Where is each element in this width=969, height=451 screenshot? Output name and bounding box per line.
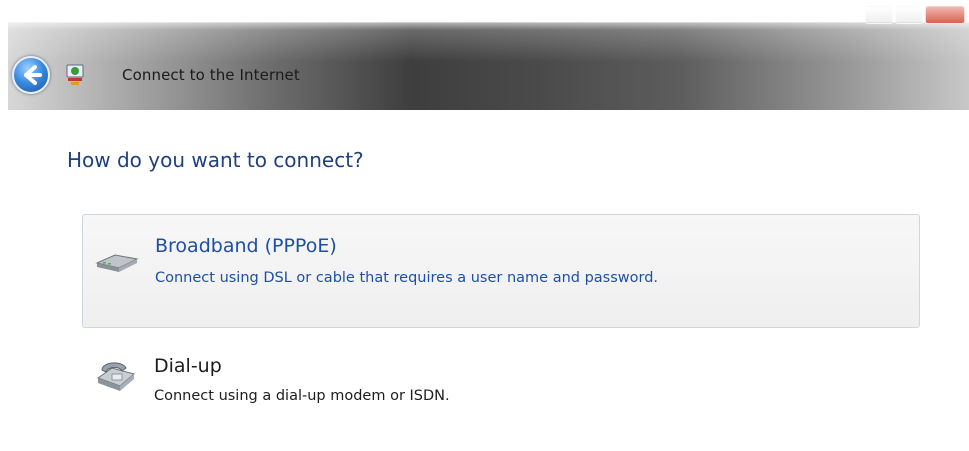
option-description: Connect using a dial-up modem or ISDN. — [154, 388, 450, 404]
option-title: Dial-up — [154, 355, 222, 377]
network-globe-icon — [64, 63, 86, 87]
maximize-button[interactable] — [895, 6, 923, 24]
option-dial-up[interactable]: Dial-up Connect using a dial-up modem or… — [82, 340, 920, 430]
back-arrow-icon — [24, 65, 42, 85]
broadband-modem-icon — [93, 249, 141, 277]
connect-wizard-window: Connect to the Internet How do you want … — [0, 0, 969, 451]
option-title: Broadband (PPPoE) — [155, 235, 337, 257]
dialup-phone-icon — [92, 354, 138, 398]
minimize-button[interactable] — [865, 6, 893, 24]
back-button[interactable] — [12, 56, 50, 94]
window-title: Connect to the Internet — [122, 66, 300, 84]
window-top-fade — [0, 0, 969, 30]
option-broadband-pppoe[interactable]: Broadband (PPPoE) Connect using DSL or c… — [82, 214, 920, 328]
caption-buttons — [863, 6, 965, 24]
close-button[interactable] — [925, 6, 965, 24]
option-description: Connect using DSL or cable that requires… — [155, 270, 659, 286]
page-heading: How do you want to connect? — [67, 148, 364, 172]
